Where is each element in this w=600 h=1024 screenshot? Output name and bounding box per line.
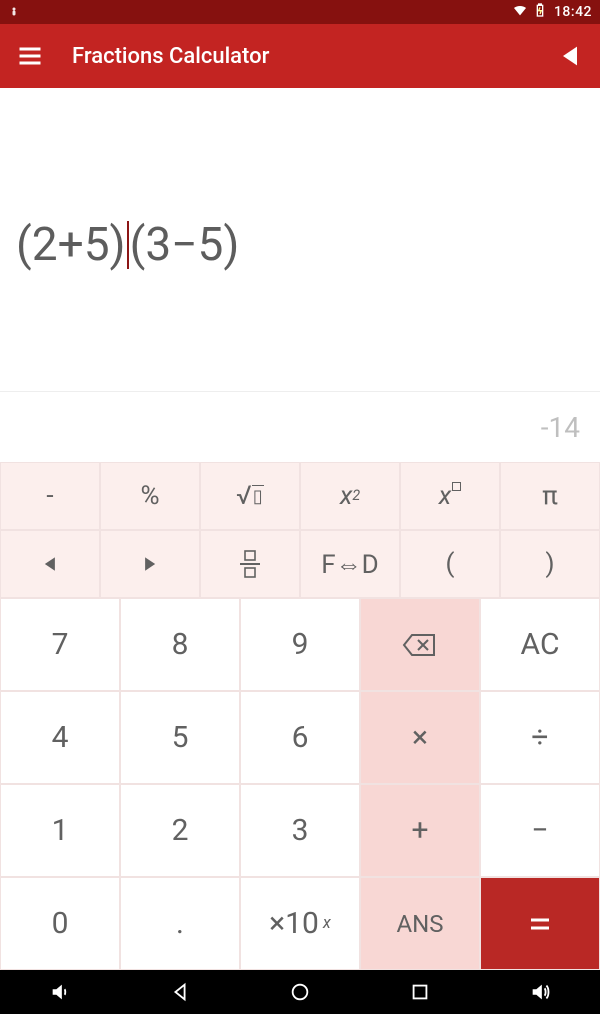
all-clear-button[interactable]: AC: [480, 598, 600, 691]
ans-button[interactable]: ANS: [360, 877, 480, 970]
digit-1-button[interactable]: 1: [0, 784, 120, 877]
decimal-button[interactable]: .: [120, 877, 240, 970]
digit-2-button[interactable]: 2: [120, 784, 240, 877]
expression-display[interactable]: (2+5)(3−5): [0, 88, 600, 392]
volume-up-icon[interactable]: [518, 970, 562, 1014]
app-bar: Fractions Calculator: [0, 24, 600, 88]
cursor-left-button[interactable]: [0, 530, 100, 598]
android-nav-bar: [0, 970, 600, 1014]
digit-7-button[interactable]: 7: [0, 598, 120, 691]
equals-button[interactable]: [480, 877, 600, 970]
right-paren-button[interactable]: ): [500, 530, 600, 598]
negate-button[interactable]: -: [0, 462, 100, 530]
percent-button[interactable]: %: [100, 462, 200, 530]
sqrt-button[interactable]: √▯: [200, 462, 300, 530]
volume-down-icon[interactable]: [38, 970, 82, 1014]
add-button[interactable]: +: [360, 784, 480, 877]
square-button[interactable]: x2: [300, 462, 400, 530]
digit-0-button[interactable]: 0: [0, 877, 120, 970]
divide-button[interactable]: ÷: [480, 691, 600, 784]
cursor-right-button[interactable]: [100, 530, 200, 598]
digit-4-button[interactable]: 4: [0, 691, 120, 784]
multiply-button[interactable]: ×: [360, 691, 480, 784]
history-back-icon[interactable]: [556, 42, 584, 70]
pi-button[interactable]: π: [500, 462, 600, 530]
home-nav-button[interactable]: [278, 970, 322, 1014]
battery-icon: [532, 2, 548, 22]
digit-5-button[interactable]: 5: [120, 691, 240, 784]
expression-text: (2+5)(3−5): [16, 218, 239, 272]
digit-8-button[interactable]: 8: [120, 598, 240, 691]
left-paren-button[interactable]: (: [400, 530, 500, 598]
android-status-bar: 18:42: [0, 0, 600, 24]
app-title: Fractions Calculator: [72, 44, 556, 69]
power-button[interactable]: x: [400, 462, 500, 530]
subtract-button[interactable]: −: [480, 784, 600, 877]
status-time: 18:42: [554, 4, 592, 20]
debug-icon: [8, 6, 32, 18]
wifi-icon: [512, 2, 528, 22]
back-nav-button[interactable]: [158, 970, 202, 1014]
menu-icon[interactable]: [16, 42, 44, 70]
digit-9-button[interactable]: 9: [240, 598, 360, 691]
recents-nav-button[interactable]: [398, 970, 442, 1014]
keypad: - % √▯ x2 x π F⇔D ( ) 7 8 9 AC 4 5: [0, 462, 600, 970]
digit-6-button[interactable]: 6: [240, 691, 360, 784]
digit-3-button[interactable]: 3: [240, 784, 360, 877]
text-cursor: [127, 221, 129, 269]
frac-dec-button[interactable]: F⇔D: [300, 530, 400, 598]
result-display: -14: [0, 392, 600, 462]
backspace-button[interactable]: [360, 598, 480, 691]
times-ten-power-button[interactable]: ×10 x: [240, 877, 360, 970]
fraction-button[interactable]: [200, 530, 300, 598]
result-value: -14: [541, 411, 580, 444]
